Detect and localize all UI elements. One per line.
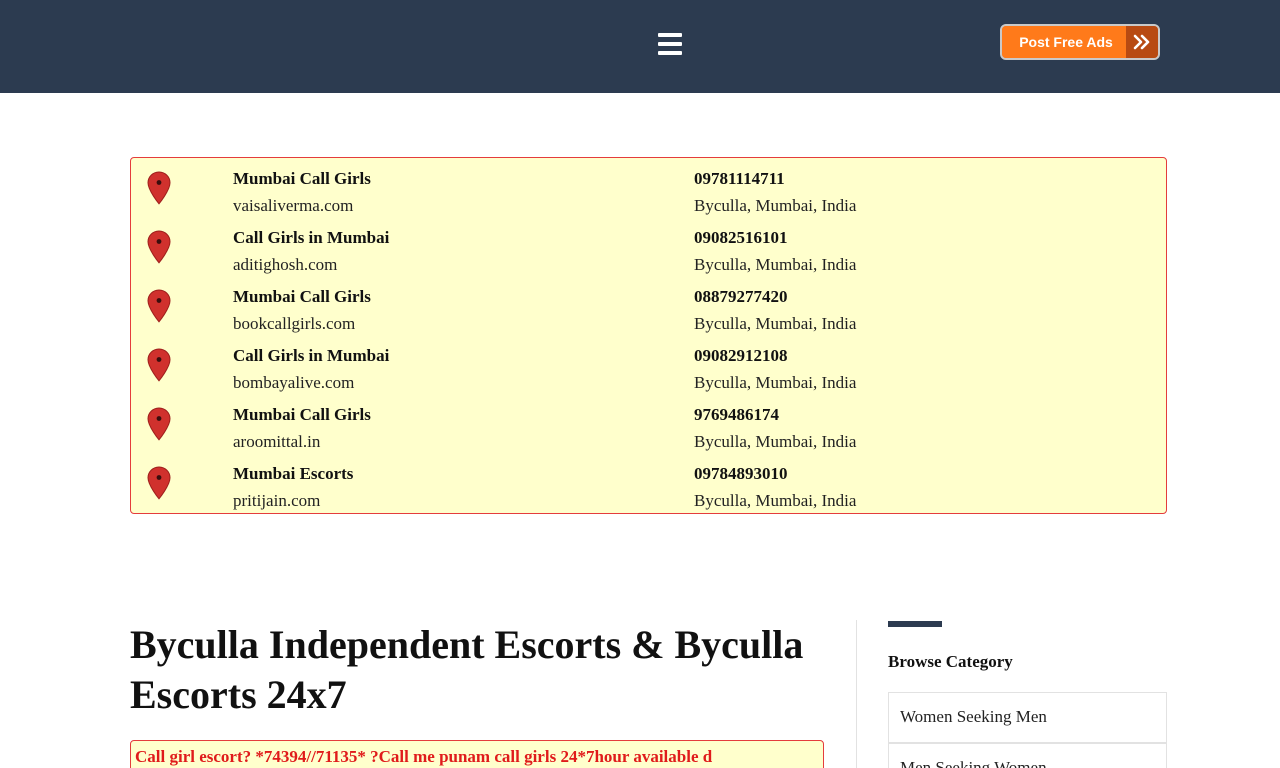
post-free-ads-label: Post Free Ads [1002, 26, 1126, 58]
listing-phone: 09781114711 [694, 169, 785, 188]
column-divider [856, 620, 857, 768]
map-pin-icon [147, 348, 171, 382]
post-free-ads-button[interactable]: Post Free Ads [1000, 24, 1160, 60]
listing-location: Byculla, Mumbai, India [694, 373, 857, 392]
listing-item[interactable]: Mumbai Call Girls vaisaliverma.com 09781… [131, 162, 1166, 220]
listing-phone: 9769486174 [694, 405, 779, 424]
listing-title[interactable]: Mumbai Call Girls [233, 405, 371, 425]
listing-location: Byculla, Mumbai, India [694, 255, 857, 274]
listing-title[interactable]: Call Girls in Mumbai [233, 346, 389, 366]
listing-item[interactable]: Call Girls in Mumbai bombayalive.com 090… [131, 339, 1166, 397]
listing-location: Byculla, Mumbai, India [694, 196, 857, 215]
listing-item[interactable]: Mumbai Call Girls aroomittal.in 97694861… [131, 398, 1166, 456]
listing-item[interactable]: Call Girls in Mumbai aditighosh.com 0908… [131, 221, 1166, 279]
map-pin-icon [147, 289, 171, 323]
listing-website: pritijain.com [233, 491, 321, 510]
ad-listing-item[interactable]: Call girl escort? *74394//71135* ?Call m… [130, 740, 824, 768]
listing-title[interactable]: Mumbai Escorts [233, 464, 353, 484]
double-chevron-right-icon [1126, 26, 1158, 58]
page-title: Byculla Independent Escorts & Byculla Es… [130, 622, 804, 717]
listing-phone: 08879277420 [694, 287, 788, 306]
listing-website: bookcallgirls.com [233, 314, 356, 333]
listing-title[interactable]: Mumbai Call Girls [233, 287, 371, 307]
map-pin-icon [147, 407, 171, 441]
category-women-seeking-men[interactable]: Women Seeking Men [888, 692, 1167, 743]
listing-website: vaisaliverma.com [233, 196, 354, 215]
featured-listings: Mumbai Call Girls vaisaliverma.com 09781… [130, 157, 1167, 514]
listing-website: bombayalive.com [233, 373, 355, 392]
top-navigation-bar: Post Free Ads [0, 0, 1280, 93]
listing-title[interactable]: Mumbai Call Girls [233, 169, 371, 189]
ad-title-link[interactable]: Call girl escort? *74394//71135* ?Call m… [135, 747, 819, 767]
category-men-seeking-women[interactable]: Men Seeking Women [888, 743, 1167, 768]
map-pin-icon [147, 230, 171, 264]
listing-phone: 09082516101 [694, 228, 788, 247]
hamburger-menu-icon[interactable] [656, 30, 684, 60]
listing-location: Byculla, Mumbai, India [694, 432, 857, 451]
listing-item[interactable]: Mumbai Call Girls bookcallgirls.com 0887… [131, 280, 1166, 338]
listing-website: aroomittal.in [233, 432, 321, 451]
listing-phone: 09082912108 [694, 346, 788, 365]
listing-website: aditighosh.com [233, 255, 338, 274]
listing-phone: 09784893010 [694, 464, 788, 483]
listing-title[interactable]: Call Girls in Mumbai [233, 228, 389, 248]
sidebar-accent-bar [888, 621, 942, 627]
listing-location: Byculla, Mumbai, India [694, 314, 857, 333]
map-pin-icon [147, 466, 171, 500]
listing-location: Byculla, Mumbai, India [694, 491, 857, 510]
sidebar-title: Browse Category [888, 652, 1013, 671]
listing-item[interactable]: Mumbai Escorts pritijain.com 09784893010… [131, 457, 1166, 515]
map-pin-icon [147, 171, 171, 205]
